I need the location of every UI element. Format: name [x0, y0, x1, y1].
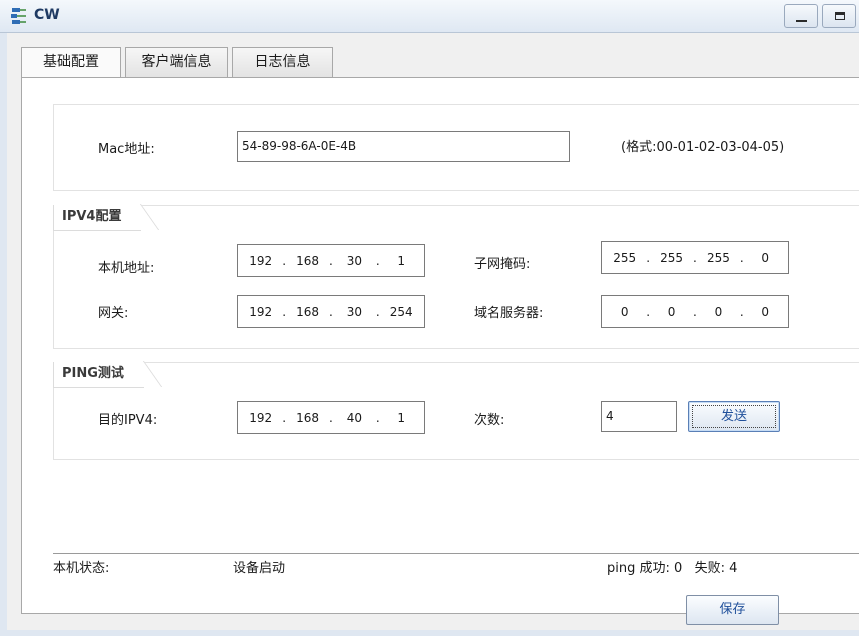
ip-octet: 192 — [249, 410, 273, 425]
ip-octet: 0 — [620, 304, 629, 319]
ip-dot: . — [375, 253, 380, 268]
maximize-icon — [835, 12, 845, 20]
network-app-icon — [11, 8, 26, 24]
ip-octet: 255 — [613, 250, 637, 265]
ipv4-group: IPV4配置 本机地址: 192. 168. 30. 1 子网掩码: 255. … — [53, 205, 859, 349]
ip-octet: 1 — [397, 253, 406, 268]
ip-octet: 0 — [761, 304, 770, 319]
minimize-button[interactable] — [784, 4, 818, 28]
ip-dot: . — [282, 304, 287, 319]
ping-result-text: ping 成功: 0 失败: 4 — [607, 561, 738, 576]
ip-dot: . — [282, 253, 287, 268]
dest-ip-label: 目的IPV4: — [98, 413, 158, 428]
mac-group: Mac地址: 54-89-98-6A-0E-4B (格式:00-01-02-03… — [53, 104, 859, 191]
minimize-icon — [796, 20, 807, 22]
ip-octet: 30 — [346, 304, 363, 319]
dns-server-input[interactable]: 0. 0. 0. 0 — [601, 295, 789, 328]
tab-basic-config[interactable]: 基础配置 — [21, 47, 121, 78]
ip-dot: . — [282, 410, 287, 425]
ip-dot: . — [739, 304, 744, 319]
ip-octet: 254 — [389, 304, 413, 319]
ip-octet: 0 — [667, 304, 676, 319]
status-value: 设备启动 — [233, 561, 286, 576]
local-ip-input[interactable]: 192. 168. 30. 1 — [237, 244, 425, 277]
save-button[interactable]: 保存 — [686, 595, 779, 625]
ip-octet: 0 — [714, 304, 723, 319]
ip-dot: . — [739, 250, 744, 265]
ping-group-title: PING测试 — [53, 362, 144, 388]
subnet-label: 子网掩码: — [474, 257, 531, 272]
window-client: 基础配置 客户端信息 日志信息 Mac地址: 54-89-98-6A-0E-4B… — [7, 33, 859, 630]
ip-dot: . — [329, 253, 333, 268]
ip-dot: . — [329, 304, 333, 319]
dns-label: 域名服务器: — [474, 306, 544, 321]
maximize-button[interactable] — [822, 4, 856, 28]
ip-dot: . — [329, 410, 333, 425]
mac-label: Mac地址: — [98, 142, 155, 157]
ip-octet: 255 — [660, 250, 683, 265]
ip-octet: 168 — [296, 253, 319, 268]
ip-octet: 40 — [346, 410, 363, 425]
mac-format-hint: (格式:00-01-02-03-04-05) — [621, 140, 785, 155]
gateway-input[interactable]: 192. 168. 30. 254 — [237, 295, 425, 328]
ip-octet: 168 — [296, 410, 319, 425]
subnet-mask-input[interactable]: 255. 255. 255. 0 — [601, 241, 789, 274]
mac-address-input[interactable]: 54-89-98-6A-0E-4B — [237, 131, 570, 162]
ip-dot: . — [375, 410, 380, 425]
focus-rect — [692, 405, 776, 428]
status-divider — [53, 553, 859, 554]
ip-octet: 192 — [249, 304, 273, 319]
ipv4-group-title: IPV4配置 — [53, 205, 142, 231]
window-title: CW — [34, 7, 60, 23]
local-ip-label: 本机地址: — [98, 261, 155, 276]
ip-dot: . — [693, 250, 697, 265]
ip-octet: 168 — [296, 304, 319, 319]
ping-count-input[interactable]: 4 — [601, 401, 677, 432]
title-bar: CW — [0, 0, 859, 33]
tab-log-info[interactable]: 日志信息 — [232, 47, 333, 77]
ip-octet: 1 — [397, 410, 406, 425]
basic-config-panel: Mac地址: 54-89-98-6A-0E-4B (格式:00-01-02-03… — [21, 77, 859, 625]
ip-octet: 0 — [761, 250, 770, 265]
ping-count-label: 次数: — [474, 413, 505, 428]
ip-octet: 255 — [706, 250, 730, 265]
ip-dot: . — [646, 304, 651, 319]
ping-group: PING测试 目的IPV4: 192. 168. 40. 1 次数: 4 发送 — [53, 362, 859, 460]
ip-dot: . — [646, 250, 651, 265]
ip-dot: . — [375, 304, 380, 319]
ip-dot: . — [693, 304, 697, 319]
send-button[interactable]: 发送 — [688, 401, 780, 432]
status-label: 本机状态: — [53, 561, 110, 576]
tab-client-info[interactable]: 客户端信息 — [125, 47, 228, 77]
ip-octet: 30 — [346, 253, 363, 268]
dest-ip-input[interactable]: 192. 168. 40. 1 — [237, 401, 425, 434]
ip-octet: 192 — [249, 253, 273, 268]
gateway-label: 网关: — [98, 306, 129, 321]
